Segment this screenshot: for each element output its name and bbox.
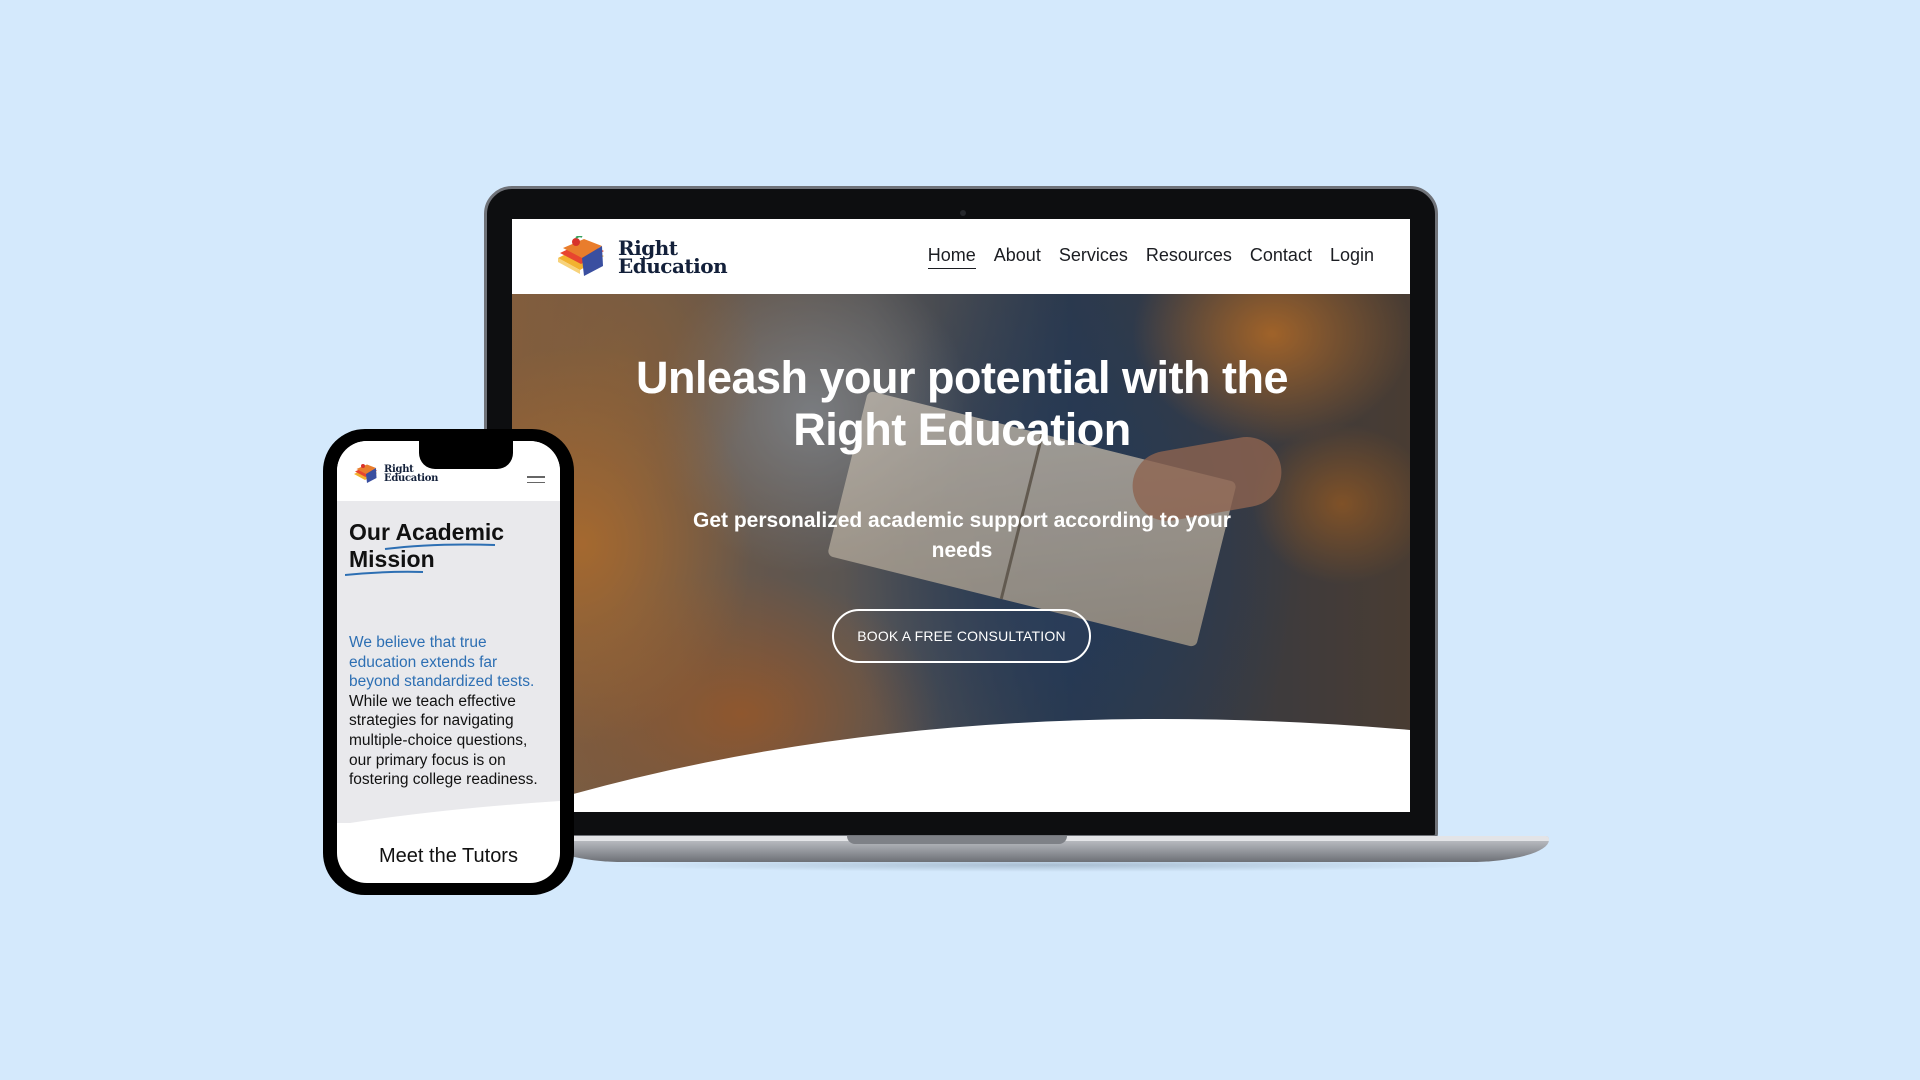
nav-services[interactable]: Services — [1059, 245, 1128, 269]
hero-wave-divider — [512, 718, 1410, 812]
books-logo-icon — [354, 464, 377, 483]
mission-body-highlight: We believe that true education extends f… — [349, 634, 535, 691]
hero-subtitle: Get personalized academic support accord… — [693, 509, 1231, 562]
nav-login[interactable]: Login — [1330, 245, 1374, 269]
site-header: Right Education Home About Services Reso… — [512, 219, 1410, 294]
nav-resources[interactable]: Resources — [1146, 245, 1232, 269]
books-logo-icon — [558, 236, 604, 276]
meet-tutors-heading: Meet the Tutors — [379, 845, 518, 867]
mission-section: Our Academic Mission We believe that tru… — [337, 501, 560, 823]
mission-body: We believe that true education extends f… — [349, 633, 549, 790]
laptop-opening-notch — [847, 836, 1067, 844]
phone-logo-line-2: Education — [384, 472, 439, 484]
nav-home[interactable]: Home — [927, 245, 976, 269]
laptop-base — [545, 836, 1549, 862]
mission-wave-divider — [337, 801, 560, 825]
site-logo[interactable]: Right Education — [554, 236, 728, 278]
mission-title: Our Academic Mission — [349, 519, 549, 573]
book-consultation-button[interactable]: BOOK A FREE CONSULTATION — [832, 609, 1091, 663]
nav-contact[interactable]: Contact — [1250, 245, 1312, 269]
laptop-screen: Right Education Home About Services Reso… — [512, 219, 1410, 812]
hamburger-menu-icon[interactable] — [527, 476, 545, 484]
phone-frame: Right Education Our Academic Mission We … — [323, 429, 574, 895]
phone-notch — [419, 441, 513, 469]
hero-title: Unleash your potential with the Right Ed… — [635, 352, 1289, 455]
phone-screen: Right Education Our Academic Mission We … — [337, 441, 560, 883]
camera-icon — [960, 210, 966, 216]
laptop-lid: Right Education Home About Services Reso… — [484, 186, 1438, 838]
mission-title-plain: Our — [349, 519, 396, 545]
hero-section: Unleash your potential with the Right Ed… — [512, 294, 1410, 812]
nav-about[interactable]: About — [994, 245, 1041, 269]
logo-line-2: Education — [618, 254, 728, 278]
main-nav: Home About Services Resources Contact Lo… — [927, 245, 1374, 269]
mission-body-rest: While we teach effective strategies for … — [349, 692, 538, 789]
